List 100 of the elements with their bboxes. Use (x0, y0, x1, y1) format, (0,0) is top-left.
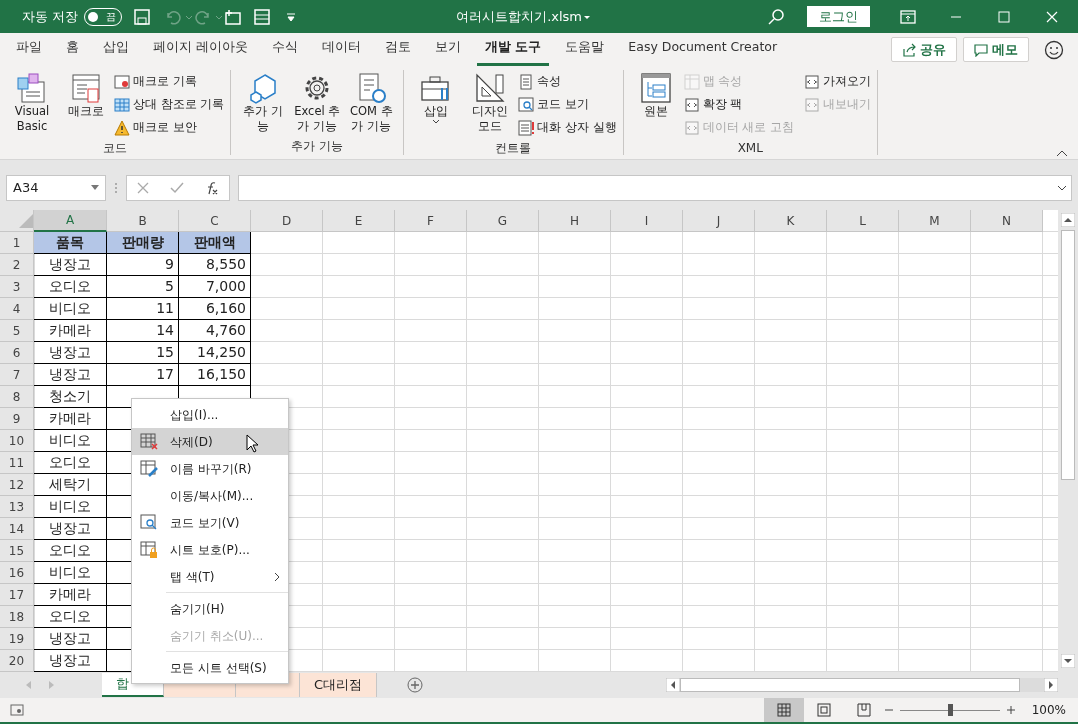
ribbon-button[interactable]: 매크로 (60, 70, 112, 139)
view-button[interactable] (763, 698, 804, 722)
menu-item[interactable]: 삽입(I)... (132, 401, 288, 428)
column-header[interactable]: L (827, 210, 899, 232)
ribbon-tab[interactable]: Easy Document Creator (620, 38, 786, 66)
memo-button[interactable]: 메모 (963, 36, 1029, 63)
login-button[interactable]: 로그인 (807, 5, 870, 28)
file-name[interactable]: 여러시트합치기.xlsm (456, 6, 582, 27)
row-header[interactable]: 1 (0, 232, 34, 254)
ribbon-button[interactable]: 삽입 (410, 70, 463, 139)
scroll-left-icon[interactable] (666, 678, 680, 692)
form-icon[interactable] (254, 8, 271, 25)
row-header[interactable]: 17 (0, 584, 34, 606)
ribbon-tab[interactable]: 파일 (8, 38, 50, 66)
table-cell: 비디오 (34, 298, 107, 320)
row-header[interactable]: 20 (0, 650, 34, 672)
row-header[interactable]: 13 (0, 496, 34, 518)
row-header[interactable]: 7 (0, 364, 34, 386)
collapse-icon[interactable] (1056, 149, 1068, 157)
ribbon-button[interactable]: 코드 보기 (518, 93, 617, 116)
menu-item[interactable]: 탭 색(T) (132, 563, 288, 590)
column-header[interactable]: H (539, 210, 611, 232)
column-header[interactable]: A (34, 210, 107, 232)
menu-item[interactable]: 시트 보호(P)... (132, 536, 288, 563)
ribbon-button[interactable]: 원본 (629, 70, 682, 139)
row-header[interactable]: 5 (0, 320, 34, 342)
row-header[interactable]: 4 (0, 298, 34, 320)
cancel-icon[interactable] (137, 181, 150, 194)
row-header[interactable]: 10 (0, 430, 34, 452)
expand-icon[interactable] (1057, 184, 1067, 191)
ribbon-button[interactable]: 매크로 보안 (114, 116, 225, 139)
column-header[interactable]: M (899, 210, 971, 232)
new-sheet-icon[interactable] (224, 8, 243, 25)
ribbon-button[interactable]: 추가 기능 (237, 70, 290, 137)
column-header[interactable]: D (251, 210, 323, 232)
ribbon-button[interactable]: Visual Basic (6, 70, 58, 139)
formula-input[interactable] (238, 174, 1072, 201)
ribbon-button[interactable]: 가져오기 (803, 70, 871, 93)
row-header[interactable]: 6 (0, 342, 34, 364)
menu-item[interactable]: 이동/복사(M)... (132, 482, 288, 509)
ribbon-button[interactable]: 속성 (518, 70, 617, 93)
row-header[interactable]: 16 (0, 562, 34, 584)
row-header[interactable]: 11 (0, 452, 34, 474)
row-header[interactable]: 2 (0, 254, 34, 276)
add-sheet-icon[interactable] (407, 677, 424, 693)
column-header[interactable]: E (323, 210, 395, 232)
ribbon-button[interactable]: 확장 팩 (683, 93, 794, 116)
zoom-in-icon[interactable] (1005, 705, 1016, 715)
share-button[interactable]: 공유 (891, 36, 957, 63)
menu-item[interactable]: 이름 바꾸기(R) (132, 455, 288, 482)
search-icon[interactable] (767, 7, 785, 26)
row-header[interactable]: 3 (0, 276, 34, 298)
menu-item[interactable]: 삭제(D) (132, 428, 288, 455)
ribbon-button[interactable]: 대화 상자 실행 (518, 116, 617, 139)
ribbon-tab[interactable]: 홈 (58, 38, 87, 66)
zoom-level[interactable]: 100% (1031, 701, 1066, 719)
ribbon-tab[interactable]: 수식 (264, 38, 306, 66)
column-header[interactable]: I (611, 210, 683, 232)
row-header[interactable]: 19 (0, 628, 34, 650)
ribbon-button[interactable]: 디자인 모드 (464, 70, 517, 139)
customize-icon[interactable] (286, 11, 297, 22)
menu-item[interactable]: 숨기기(H) (132, 595, 288, 622)
column-header[interactable]: G (467, 210, 539, 232)
menu-item[interactable]: 코드 보기(V) (132, 509, 288, 536)
ribbon-button[interactable]: Excel 추가 기능 (291, 70, 344, 137)
ribbon-tab[interactable]: 검토 (377, 38, 419, 66)
name-box[interactable]: A34 (6, 174, 106, 201)
maximize-icon[interactable] (998, 10, 1010, 23)
save-icon[interactable] (134, 8, 151, 25)
column-header[interactable]: F (395, 210, 467, 232)
table-cell: 16,150 (179, 364, 251, 386)
sheet-tab[interactable]: C대리점 (300, 673, 378, 697)
ribbon-tab[interactable]: 보기 (427, 38, 469, 66)
column-header[interactable]: C (179, 210, 251, 232)
ribbon-button[interactable]: COM 추가 기능 (345, 70, 398, 137)
close-icon[interactable] (1046, 10, 1058, 23)
ribbon-tab[interactable]: 삽입 (95, 38, 137, 66)
column-header[interactable]: N (971, 210, 1043, 232)
ribbon-tab[interactable]: 페이지 레이아웃 (145, 38, 256, 66)
column-header[interactable]: J (683, 210, 755, 232)
scroll-up-icon[interactable] (1061, 213, 1075, 227)
scroll-thumb[interactable] (1061, 230, 1075, 480)
ribbon-tab[interactable]: 도움말 (557, 38, 613, 66)
smiley-icon[interactable] (1044, 39, 1064, 60)
row-header[interactable]: 18 (0, 606, 34, 628)
scroll-right-icon[interactable] (1044, 678, 1058, 692)
check-icon[interactable] (170, 181, 184, 194)
ribbon-display-icon[interactable] (900, 9, 916, 24)
row-header[interactable]: 14 (0, 518, 34, 540)
row-header[interactable]: 8 (0, 386, 34, 408)
row-header[interactable]: 9 (0, 408, 34, 430)
ribbon-tab[interactable]: 데이터 (314, 38, 369, 66)
row-header[interactable]: 12 (0, 474, 34, 496)
scroll-down-icon[interactable] (1061, 654, 1075, 668)
zoom-slider[interactable] (947, 703, 953, 716)
column-header[interactable]: B (107, 210, 179, 232)
row-header[interactable]: 15 (0, 540, 34, 562)
column-header[interactable]: K (755, 210, 827, 232)
ribbon-button[interactable]: 매크로 기록 (114, 70, 225, 93)
ribbon-button[interactable]: 상대 참조로 기록 (114, 93, 225, 116)
